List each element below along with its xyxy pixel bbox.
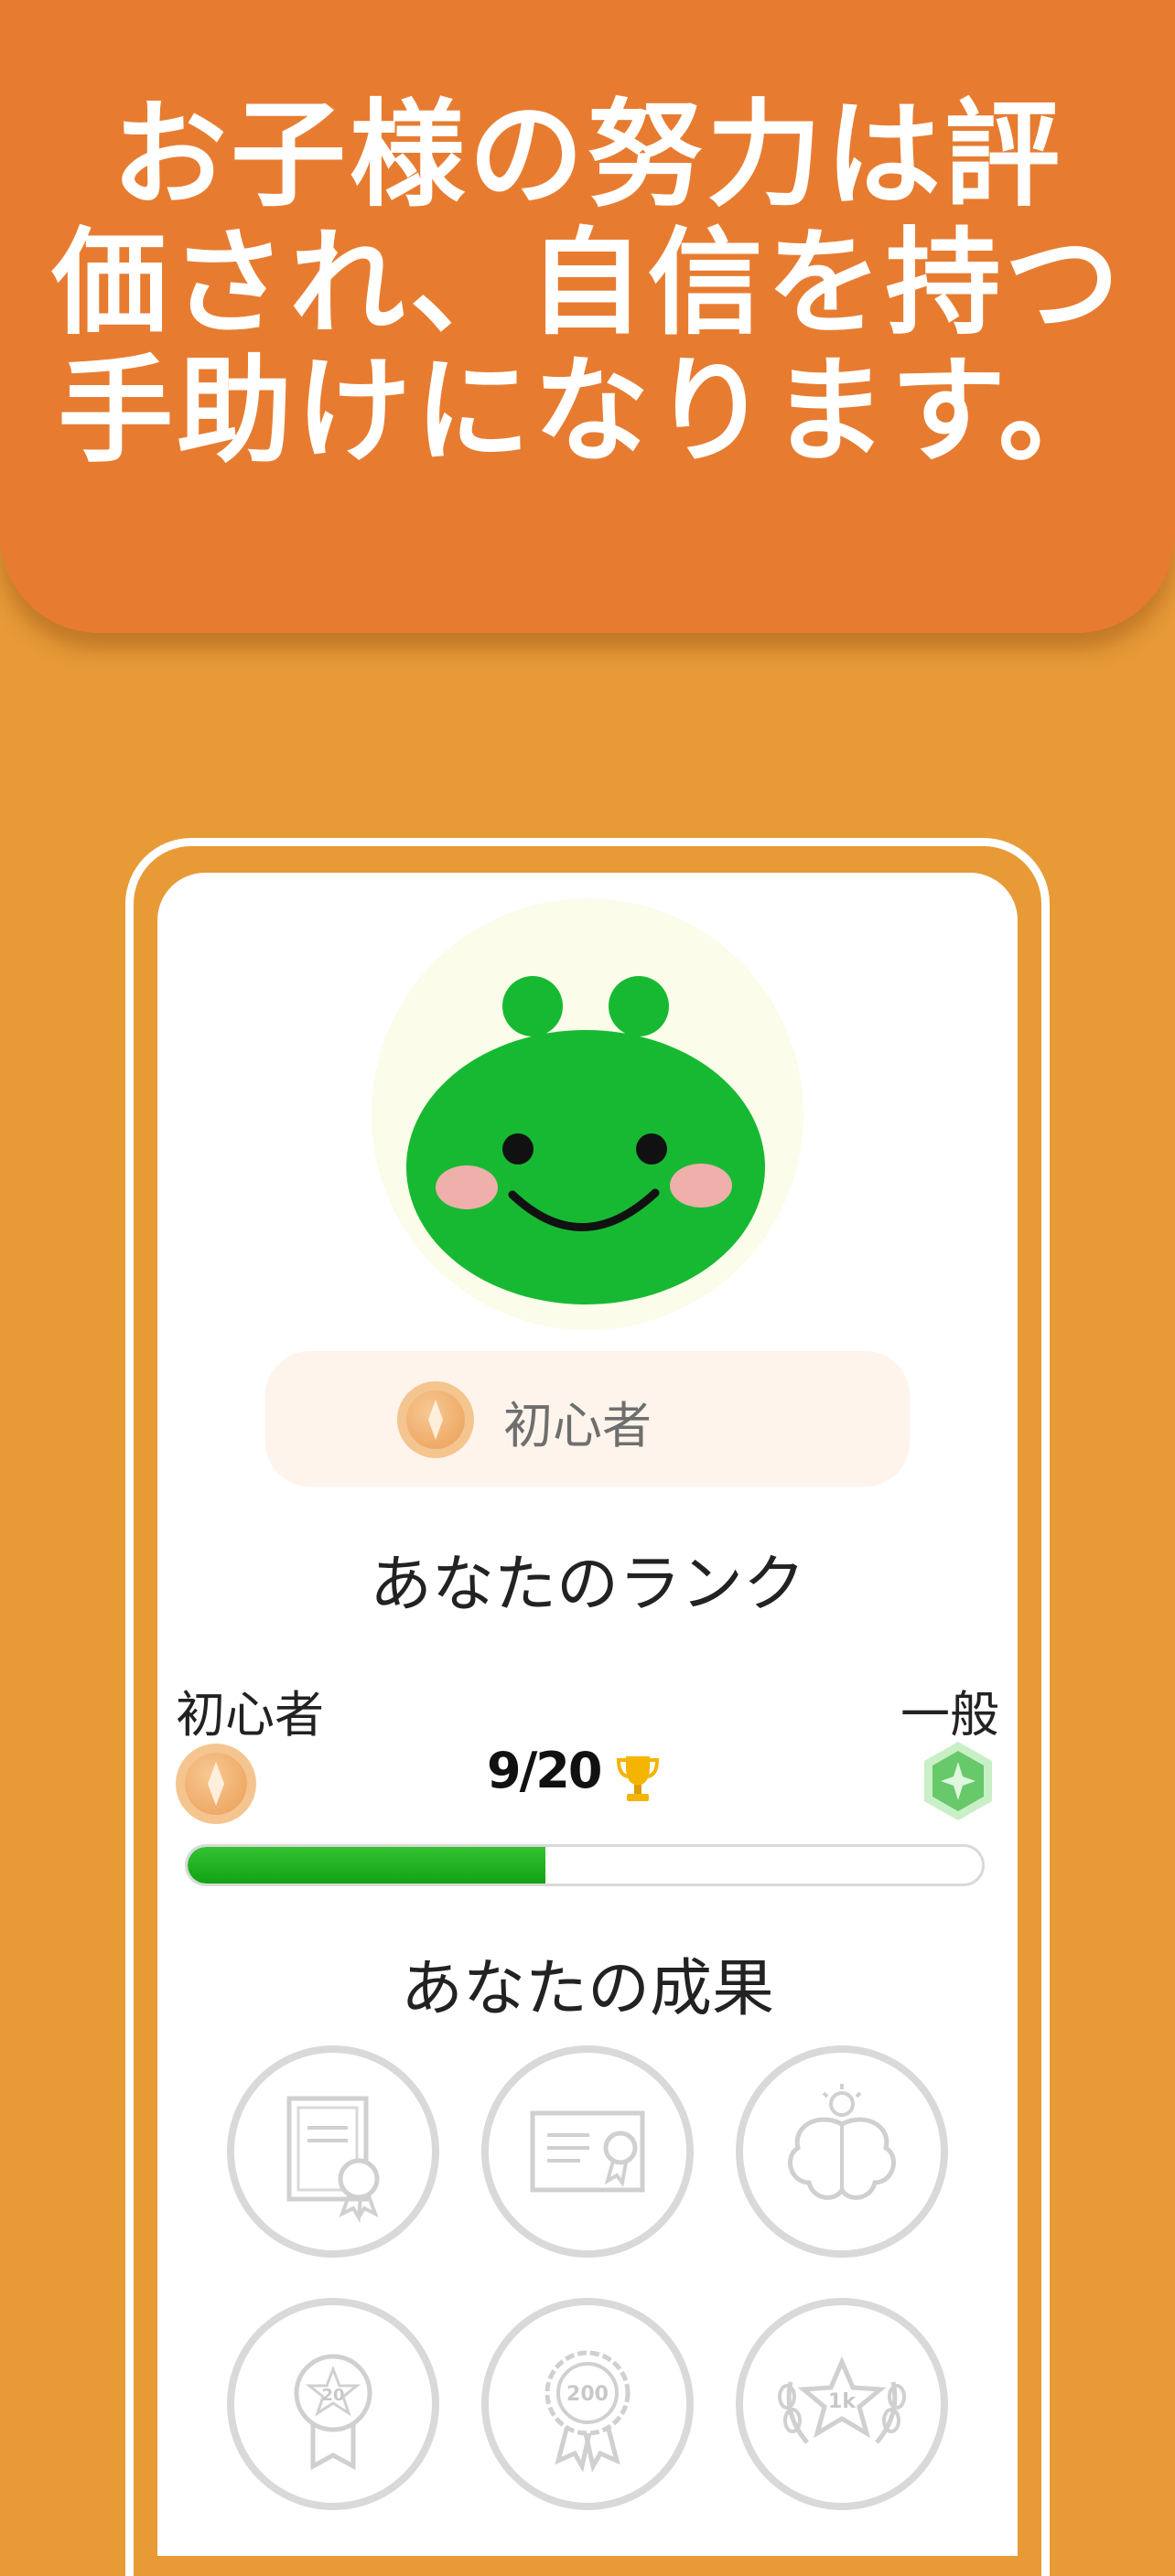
rosette-200-icon: 200 bbox=[544, 2350, 631, 2473]
diploma-icon bbox=[530, 2110, 645, 2193]
medal-20-label: 20 bbox=[321, 2386, 344, 2405]
rank-progress-fill bbox=[188, 1847, 545, 1884]
headline-line-2: 価され、自信を持つ bbox=[51, 216, 1124, 350]
diploma-badge[interactable] bbox=[481, 2045, 694, 2258]
rosette-200-label: 200 bbox=[566, 2383, 609, 2406]
mascot-avatar bbox=[406, 976, 765, 1304]
current-level-label: 初心者 bbox=[176, 1686, 324, 1744]
trophy-icon bbox=[616, 1756, 660, 1801]
medal-20-icon: 20 bbox=[294, 2354, 372, 2471]
brain-badge[interactable] bbox=[736, 2045, 948, 2258]
current-level-medal-icon bbox=[176, 1744, 256, 1824]
rank-screen: 初心者 あなたのランク 初心者 一般 9/20 あなたの成果 20 200 1k bbox=[157, 873, 1018, 2556]
next-level-medal-icon bbox=[924, 1742, 992, 1820]
medal-20-badge[interactable]: 20 bbox=[227, 2298, 439, 2510]
certificate-icon bbox=[286, 2096, 380, 2224]
beginner-medal-icon bbox=[397, 1381, 474, 1458]
laurel-1k-icon: 1k bbox=[778, 2356, 906, 2444]
next-level-label: 一般 bbox=[900, 1686, 999, 1744]
rank-progress-bar bbox=[185, 1844, 985, 1886]
laurel-1k-badge[interactable]: 1k bbox=[736, 2298, 948, 2510]
headline-banner: お子様の努力は評 価され、自信を持つ 手助けになります。 bbox=[0, 0, 1175, 633]
achievements-section-title: あなたの成果 bbox=[400, 1953, 774, 2025]
headline-line-1: お子様の努力は評 bbox=[112, 88, 1063, 222]
laurel-1k-label: 1k bbox=[828, 2390, 857, 2413]
certificate-badge[interactable] bbox=[227, 2045, 439, 2258]
progress-count: 9/20 bbox=[487, 1742, 602, 1799]
rosette-200-badge[interactable]: 200 bbox=[481, 2298, 694, 2510]
headline-text: お子様の努力は評 価され、自信を持つ 手助けになります。 bbox=[37, 91, 1138, 476]
brain-idea-icon bbox=[788, 2084, 896, 2200]
headline-line-3: 手助けになります。 bbox=[58, 344, 1117, 478]
rank-section-title: あなたのランク bbox=[369, 1549, 805, 1621]
current-rank-label: 初心者 bbox=[503, 1397, 652, 1454]
